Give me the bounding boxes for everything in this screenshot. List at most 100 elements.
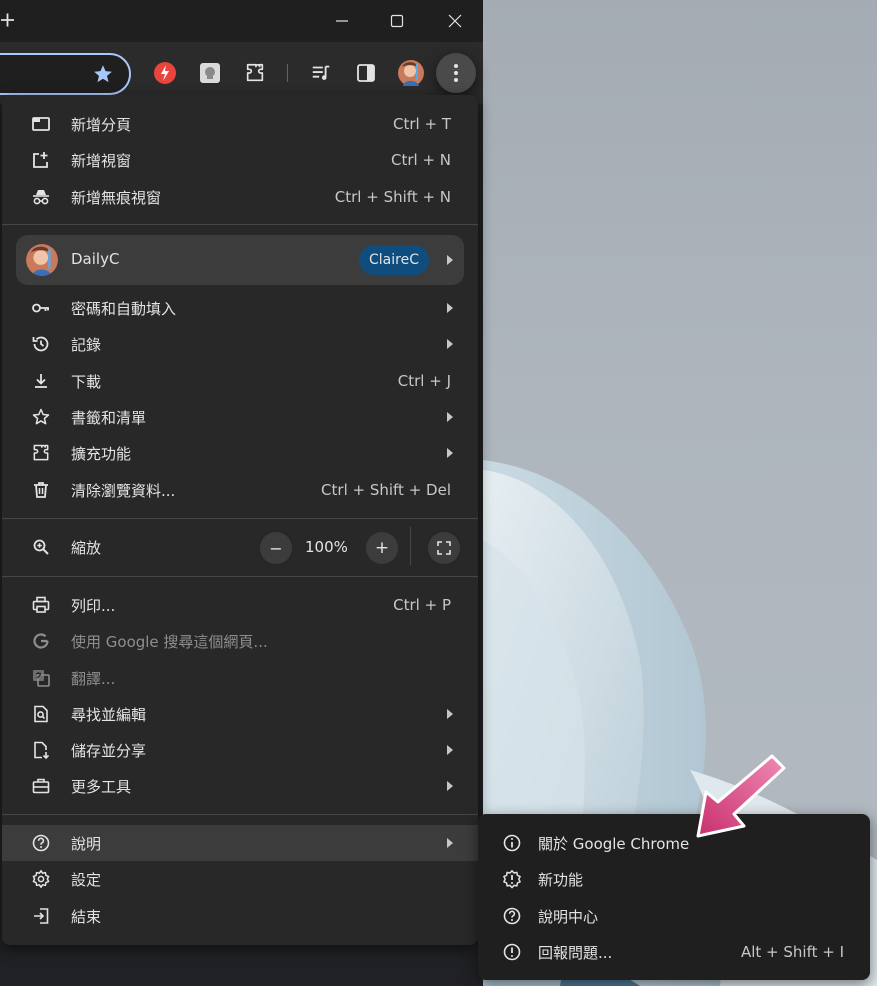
kebab-menu-icon[interactable] xyxy=(436,53,476,93)
address-bar[interactable] xyxy=(0,53,131,95)
menu-item-zoom: 縮放 − 100% + xyxy=(2,527,478,565)
puzzle-icon[interactable] xyxy=(240,58,270,88)
menu-item-label: 新增無痕視窗 xyxy=(71,188,162,207)
menu-divider xyxy=(2,224,478,225)
submenu-item-about[interactable]: 關於 Google Chrome xyxy=(478,825,870,861)
menu-item-label: 新增分頁 xyxy=(71,115,132,134)
chrome-main-menu: 新增分頁 Ctrl + T 新增視窗 Ctrl + N 新增無痕視窗 Ctrl … xyxy=(2,95,478,945)
chevron-right-icon xyxy=(447,709,453,719)
menu-item-settings[interactable]: 設定 xyxy=(2,861,478,897)
submenu-item-label: 新功能 xyxy=(538,870,584,889)
menu-item-downloads[interactable]: 下載 Ctrl + J xyxy=(2,363,478,399)
menu-item-label: 設定 xyxy=(71,870,102,889)
menu-item-shortcut: Ctrl + J xyxy=(397,372,451,390)
printer-icon xyxy=(31,595,51,615)
new-tab-icon xyxy=(31,114,51,134)
menu-item-translate: 翻譯... xyxy=(2,660,478,696)
google-g-icon xyxy=(31,631,51,651)
menu-item-label: 儲存並分享 xyxy=(71,741,147,760)
toolbox-icon xyxy=(31,776,51,796)
chevron-right-icon xyxy=(447,781,453,791)
menu-item-clear-data[interactable]: 清除瀏覽資料... Ctrl + Shift + Del xyxy=(2,472,478,508)
fullscreen-button[interactable] xyxy=(428,532,460,564)
menu-item-passwords[interactable]: 密碼和自動填入 xyxy=(2,290,478,326)
menu-item-shortcut: Ctrl + N xyxy=(390,151,451,169)
menu-divider xyxy=(2,576,478,577)
chevron-right-icon xyxy=(447,448,453,458)
close-icon[interactable] xyxy=(430,0,480,42)
title-bar xyxy=(0,0,483,42)
zoom-label: 縮放 xyxy=(71,538,102,557)
plus-icon: + xyxy=(374,538,390,558)
maximize-icon[interactable] xyxy=(372,0,422,42)
info-icon xyxy=(502,833,522,853)
menu-item-label: 清除瀏覽資料... xyxy=(71,481,176,500)
submenu-item-label: 關於 Google Chrome xyxy=(538,834,690,853)
menu-item-shortcut: Ctrl + Shift + Del xyxy=(321,481,451,499)
menu-item-label: 使用 Google 搜尋這個網頁... xyxy=(71,632,268,651)
extension-red-icon[interactable] xyxy=(150,58,180,88)
avatar xyxy=(26,244,58,276)
menu-item-print[interactable]: 列印... Ctrl + P xyxy=(2,587,478,623)
menu-profile-row[interactable]: DailyC ClaireC xyxy=(16,235,464,285)
menu-item-new-incognito[interactable]: 新增無痕視窗 Ctrl + Shift + N xyxy=(2,179,478,215)
help-submenu: 關於 Google Chrome 新功能 說明中心 回報問題... Alt + … xyxy=(478,814,870,980)
star-icon[interactable] xyxy=(92,63,114,85)
plus-icon[interactable] xyxy=(0,6,18,34)
menu-divider xyxy=(2,518,478,519)
history-icon xyxy=(31,334,51,354)
profile-name: DailyC xyxy=(71,250,120,268)
menu-item-extensions[interactable]: 擴充功能 xyxy=(2,435,478,471)
menu-item-more-tools[interactable]: 更多工具 xyxy=(2,768,478,804)
menu-item-label: 書籤和清單 xyxy=(71,408,147,427)
submenu-item-whats-new[interactable]: 新功能 xyxy=(478,861,870,897)
save-page-icon xyxy=(31,740,51,760)
menu-item-shortcut: Ctrl + T xyxy=(393,115,451,133)
toolbar-separator xyxy=(287,64,288,82)
menu-divider xyxy=(2,814,478,815)
star-outline-icon xyxy=(31,407,51,427)
submenu-item-shortcut: Alt + Shift + I xyxy=(740,943,844,961)
menu-item-new-tab[interactable]: 新增分頁 Ctrl + T xyxy=(2,106,478,142)
minimize-icon[interactable] xyxy=(317,0,367,42)
chevron-right-icon xyxy=(447,303,453,313)
menu-item-history[interactable]: 記錄 xyxy=(2,326,478,362)
fullscreen-icon xyxy=(437,541,451,555)
media-queue-icon[interactable] xyxy=(306,58,336,88)
chevron-right-icon xyxy=(447,339,453,349)
chevron-right-icon xyxy=(447,412,453,422)
zoom-out-button[interactable]: − xyxy=(260,532,292,564)
submenu-item-label: 回報問題... xyxy=(538,943,613,962)
incognito-icon xyxy=(31,187,51,207)
report-icon xyxy=(502,942,522,962)
menu-item-label: 翻譯... xyxy=(71,669,116,688)
new-window-icon xyxy=(31,150,51,170)
menu-item-label: 尋找並編輯 xyxy=(71,705,147,724)
menu-item-search-google: 使用 Google 搜尋這個網頁... xyxy=(2,623,478,659)
submenu-item-report-issue[interactable]: 回報問題... Alt + Shift + I xyxy=(478,934,870,970)
menu-item-bookmarks[interactable]: 書籤和清單 xyxy=(2,399,478,435)
menu-item-help[interactable]: 說明 xyxy=(2,825,478,861)
menu-item-find-edit[interactable]: 尋找並編輯 xyxy=(2,696,478,732)
menu-item-new-window[interactable]: 新增視窗 Ctrl + N xyxy=(2,142,478,178)
menu-item-label: 密碼和自動填入 xyxy=(71,299,177,318)
zoom-value: 100% xyxy=(305,538,348,556)
trash-icon xyxy=(31,480,51,500)
menu-item-exit[interactable]: 結束 xyxy=(2,898,478,934)
key-icon xyxy=(31,298,51,318)
translate-icon xyxy=(31,668,51,688)
chevron-right-icon xyxy=(447,255,453,265)
menu-item-label: 新增視窗 xyxy=(71,151,132,170)
zoom-in-button[interactable]: + xyxy=(366,532,398,564)
side-panel-icon[interactable] xyxy=(351,58,381,88)
menu-item-label: 擴充功能 xyxy=(71,444,132,463)
extension-white-icon[interactable] xyxy=(195,58,225,88)
gear-icon xyxy=(31,869,51,889)
menu-item-save-share[interactable]: 儲存並分享 xyxy=(2,732,478,768)
find-page-icon xyxy=(31,704,51,724)
help-icon xyxy=(502,906,522,926)
annotation-arrow-icon xyxy=(692,752,788,842)
avatar[interactable] xyxy=(396,58,426,88)
zoom-separator xyxy=(410,527,411,565)
submenu-item-help-center[interactable]: 說明中心 xyxy=(478,898,870,934)
